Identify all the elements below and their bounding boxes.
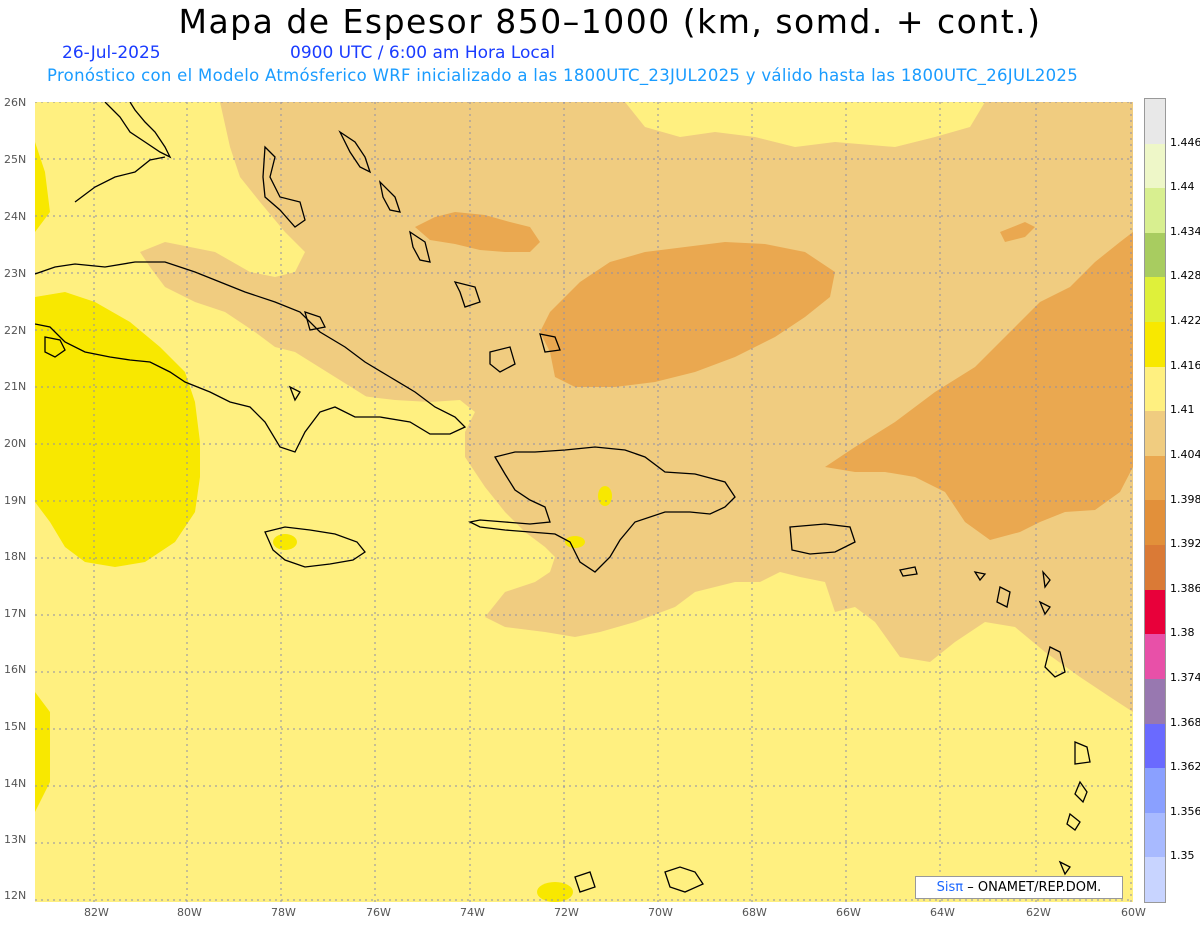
colorbar-label: 1.44 bbox=[1170, 180, 1195, 194]
lat-label: 15N bbox=[4, 720, 27, 733]
colorbar-label: 1.416 bbox=[1170, 358, 1200, 372]
colorbar-label: 1.368 bbox=[1170, 715, 1200, 729]
colorbar-label: 1.356 bbox=[1170, 804, 1200, 818]
colorbar-swatch bbox=[1145, 634, 1165, 679]
lat-label: 18N bbox=[4, 550, 27, 563]
lon-label: 66W bbox=[836, 906, 861, 919]
lon-label: 82W bbox=[84, 906, 109, 919]
thickness-map bbox=[35, 102, 1133, 902]
lat-label: 21N bbox=[4, 380, 27, 393]
lon-label: 64W bbox=[930, 906, 955, 919]
lon-label: 80W bbox=[177, 906, 202, 919]
lat-label: 19N bbox=[4, 494, 27, 507]
colorbar-label: 1.434 bbox=[1170, 224, 1200, 238]
credit-box: Sisπ – ONAMET/REP.DOM. bbox=[915, 876, 1123, 899]
colorbar-swatch bbox=[1145, 678, 1165, 724]
lat-label: 23N bbox=[4, 267, 27, 280]
lat-label: 14N bbox=[4, 777, 27, 790]
credit-text: – ONAMET/REP.DOM. bbox=[967, 880, 1102, 895]
forecast-time: 0900 UTC / 6:00 am Hora Local bbox=[290, 43, 555, 63]
forecast-description: Pronóstico con el Modelo Atmósferico WRF… bbox=[47, 66, 1079, 85]
colorbar-label: 1.41 bbox=[1170, 403, 1195, 417]
colorbar-swatch bbox=[1145, 723, 1165, 769]
colorbar-label: 1.374 bbox=[1170, 670, 1200, 684]
lon-label: 74W bbox=[460, 906, 485, 919]
colorbar-swatch bbox=[1145, 277, 1165, 323]
colorbar-swatch bbox=[1145, 411, 1165, 456]
colorbar-label: 1.446 bbox=[1170, 135, 1200, 149]
colorbar-swatch bbox=[1145, 366, 1165, 412]
lat-label: 20N bbox=[4, 437, 27, 450]
colorbar-swatch bbox=[1145, 500, 1165, 546]
colorbar-label: 1.428 bbox=[1170, 269, 1200, 283]
lat-label: 22N bbox=[4, 324, 27, 337]
lat-label: 16N bbox=[4, 663, 27, 676]
lat-label: 25N bbox=[4, 153, 27, 166]
lon-label: 60W bbox=[1121, 906, 1146, 919]
lon-label: 62W bbox=[1026, 906, 1051, 919]
colorbar-swatch bbox=[1145, 589, 1165, 635]
thickness-1416-spot-south bbox=[537, 882, 573, 902]
credit-brand: Sisπ bbox=[936, 880, 964, 895]
colorbar-label: 1.398 bbox=[1170, 492, 1200, 506]
forecast-date: 26-Jul-2025 bbox=[62, 43, 161, 63]
lat-label: 26N bbox=[4, 96, 27, 109]
lon-label: 68W bbox=[742, 906, 767, 919]
colorbar-label: 1.38 bbox=[1170, 626, 1195, 640]
lat-label: 24N bbox=[4, 210, 27, 223]
map-title: Mapa de Espesor 850–1000 (km, somd. + co… bbox=[178, 2, 1042, 41]
thickness-1416-spot-jamaica bbox=[273, 534, 297, 550]
colorbar-swatch bbox=[1145, 455, 1165, 501]
colorbar-label: 1.35 bbox=[1170, 849, 1195, 863]
colorbar-label: 1.404 bbox=[1170, 447, 1200, 461]
lat-label: 17N bbox=[4, 607, 27, 620]
colorbar-label: 1.362 bbox=[1170, 760, 1200, 774]
colorbar-label: 1.386 bbox=[1170, 581, 1200, 595]
lon-label: 70W bbox=[648, 906, 673, 919]
colorbar-swatch bbox=[1145, 545, 1165, 590]
colorbar-swatch bbox=[1145, 768, 1165, 813]
colorbar bbox=[1144, 98, 1166, 903]
lat-label: 12N bbox=[4, 889, 27, 902]
lat-label: 13N bbox=[4, 833, 27, 846]
colorbar-label: 1.422 bbox=[1170, 314, 1200, 328]
thickness-1416-spot-haiti bbox=[565, 536, 585, 548]
colorbar-swatch bbox=[1145, 812, 1165, 858]
colorbar-swatch bbox=[1145, 857, 1165, 902]
thickness-1416-spot-hispaniola bbox=[598, 486, 612, 506]
colorbar-swatch bbox=[1145, 322, 1165, 367]
colorbar-label: 1.392 bbox=[1170, 537, 1200, 551]
lon-label: 72W bbox=[554, 906, 579, 919]
colorbar-swatch bbox=[1145, 143, 1165, 189]
colorbar-swatch bbox=[1145, 232, 1165, 278]
lon-label: 78W bbox=[271, 906, 296, 919]
colorbar-swatch bbox=[1145, 99, 1165, 144]
lon-label: 76W bbox=[366, 906, 391, 919]
colorbar-swatch bbox=[1145, 188, 1165, 233]
